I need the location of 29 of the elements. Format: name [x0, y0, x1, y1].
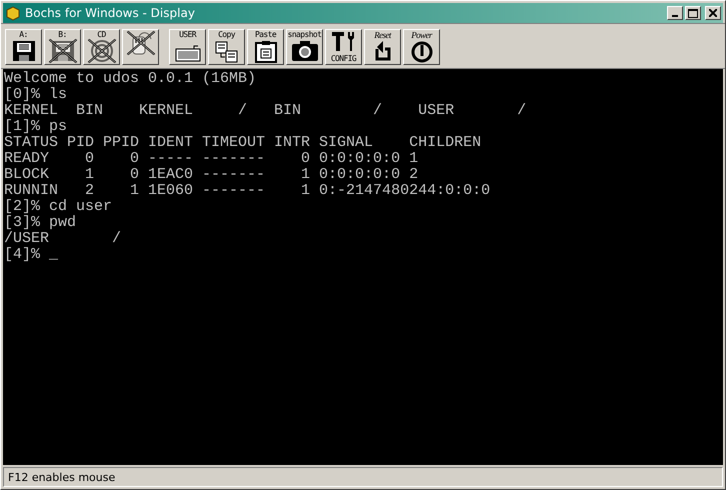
maximize-button[interactable]	[685, 6, 701, 20]
floppy-button[interactable]: A:	[5, 29, 42, 65]
snapshot-button[interactable]: snapshot	[286, 29, 323, 65]
power-button[interactable]: Power	[403, 29, 440, 65]
maximize-icon	[688, 8, 698, 18]
minimize-button[interactable]	[667, 6, 683, 20]
console-line: [2]% cd user	[4, 199, 114, 215]
status-text: F12 enables mouse	[8, 470, 116, 484]
close-icon	[709, 9, 717, 17]
paste-button[interactable]: Paste	[247, 29, 284, 65]
console-line: READY 0 0 ----- ------- 0 0:0:0:0:0 1	[4, 151, 420, 167]
keyboard-button[interactable]: USER	[169, 29, 206, 65]
console-line: RUNNIN 2 1 1E060 ------- 1 0:-2147480244:0:0:0	[4, 183, 492, 199]
console-line: [3]% pwd	[4, 215, 78, 231]
config-button[interactable]: CONFIG	[325, 29, 362, 65]
console-line: [0]% ls	[4, 87, 68, 103]
window-title: Bochs for Windows - Display	[25, 6, 196, 20]
console-line: KERNEL BIN KERNEL / BIN / USER /	[4, 103, 528, 119]
console-line: STATUS PID PPID IDENT TIMEOUT INTR SIGNAL CHILDREN	[4, 135, 482, 151]
close-button[interactable]	[705, 6, 721, 20]
console-line: Welcome to udos 0.0.1 (16MB)	[4, 71, 258, 87]
console-line: BLOCK 1 0 1EAC0 ------- 1 0:0:0:0:0 2	[4, 167, 420, 183]
console-line: /USER /	[4, 231, 122, 247]
app-icon	[5, 5, 21, 21]
copy-button[interactable]: Copy	[208, 29, 245, 65]
console-line: [1]% ps	[4, 119, 68, 135]
console-line: [4]% _	[4, 247, 60, 263]
reset-button[interactable]: Reset	[364, 29, 401, 65]
mouse-button[interactable]	[122, 29, 159, 65]
